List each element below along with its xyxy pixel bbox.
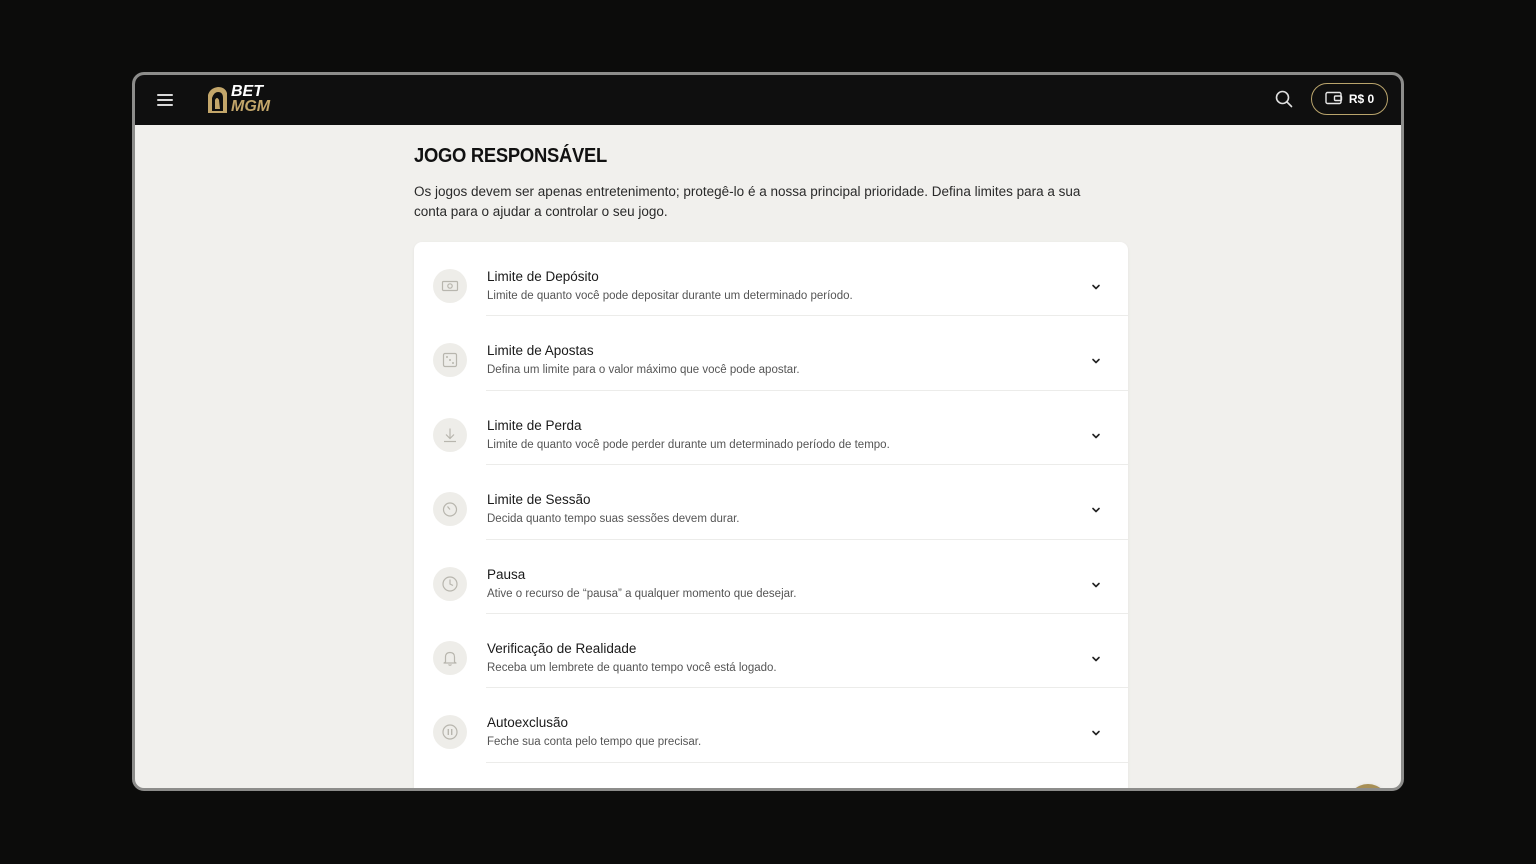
option-title: Limite de Perda (487, 417, 582, 433)
option-description: Limite de quanto você pode perder durant… (487, 438, 890, 451)
timer-icon (433, 492, 467, 527)
page-title: JOGO RESPONSÁVEL (414, 145, 607, 167)
option-session-limit[interactable]: Limite de Sessão Decida quanto tempo sua… (414, 465, 1128, 540)
responsible-gaming-options-list: Limite de Depósito Limite de quanto você… (414, 242, 1128, 788)
option-loss-limit[interactable]: Limite de Perda Limite de quanto você po… (414, 391, 1128, 466)
option-description: Ative o recurso de “pausa” a qualquer mo… (487, 587, 797, 600)
bell-icon (433, 640, 467, 675)
chevron-down-icon[interactable] (1090, 354, 1102, 366)
cash-icon (433, 269, 467, 303)
option-description: Receba um lembrete de quanto tempo você … (487, 661, 777, 674)
option-deposit-limit[interactable]: Limite de Depósito Limite de quanto você… (414, 242, 1128, 317)
clock-icon (433, 566, 467, 601)
hamburger-icon[interactable] (155, 90, 177, 110)
option-title: Limite de Depósito (487, 269, 599, 284)
pause-circle-icon (433, 715, 467, 750)
chat-button[interactable] (1347, 784, 1389, 788)
dice-icon (433, 343, 467, 378)
wallet-icon (1325, 91, 1343, 108)
option-self-exclusion[interactable]: Autoexclusão Feche sua conta pelo tempo … (414, 688, 1128, 764)
chevron-down-icon[interactable] (1090, 280, 1102, 292)
option-description: Limite de quanto você pode depositar dur… (487, 290, 853, 302)
chevron-down-icon[interactable] (1090, 503, 1102, 515)
chevron-down-icon[interactable] (1090, 726, 1102, 738)
chevron-down-icon[interactable] (1090, 429, 1102, 441)
option-title: Autoexclusão (487, 715, 569, 731)
option-reality-check[interactable]: Verificação de Realidade Receba um lembr… (414, 614, 1128, 689)
chevron-down-icon[interactable] (1090, 578, 1102, 590)
main-content: JOGO RESPONSÁVEL Os jogos devem ser apen… (135, 125, 1401, 788)
chevron-down-icon[interactable] (1090, 652, 1102, 664)
download-arrow-icon (433, 417, 467, 452)
search-icon[interactable] (1273, 88, 1295, 110)
option-description: Defina um limite para o valor máximo que… (487, 364, 800, 377)
option-title: Limite de Apostas (487, 343, 594, 359)
option-title: Limite de Sessão (487, 492, 591, 508)
page-intro-text: Os jogos devem ser apenas entretenimento… (414, 184, 1081, 219)
top-navigation-bar: BET MGM R$ 0 (135, 75, 1401, 125)
betmgm-logo[interactable]: BET MGM (205, 83, 275, 117)
wallet-balance-button[interactable]: R$ 0 (1311, 83, 1388, 115)
option-description: Feche sua conta pelo tempo que precisar. (487, 736, 702, 749)
option-description: Decida quanto tempo suas sessões devem d… (487, 513, 740, 526)
wallet-balance: R$ 0 (1348, 92, 1375, 106)
option-title: Pausa (487, 566, 526, 582)
browser-frame: BET MGM R$ 0 JOGO RESPONSÁVEL Os jogos d… (132, 72, 1404, 791)
option-bet-limit[interactable]: Limite de Apostas Defina um limite para … (414, 316, 1128, 392)
logo-text-mgm: MGM (231, 98, 271, 115)
option-pause[interactable]: Pausa Ative o recurso de “pausa” a qualq… (414, 540, 1128, 615)
option-title: Verificação de Realidade (487, 640, 637, 656)
